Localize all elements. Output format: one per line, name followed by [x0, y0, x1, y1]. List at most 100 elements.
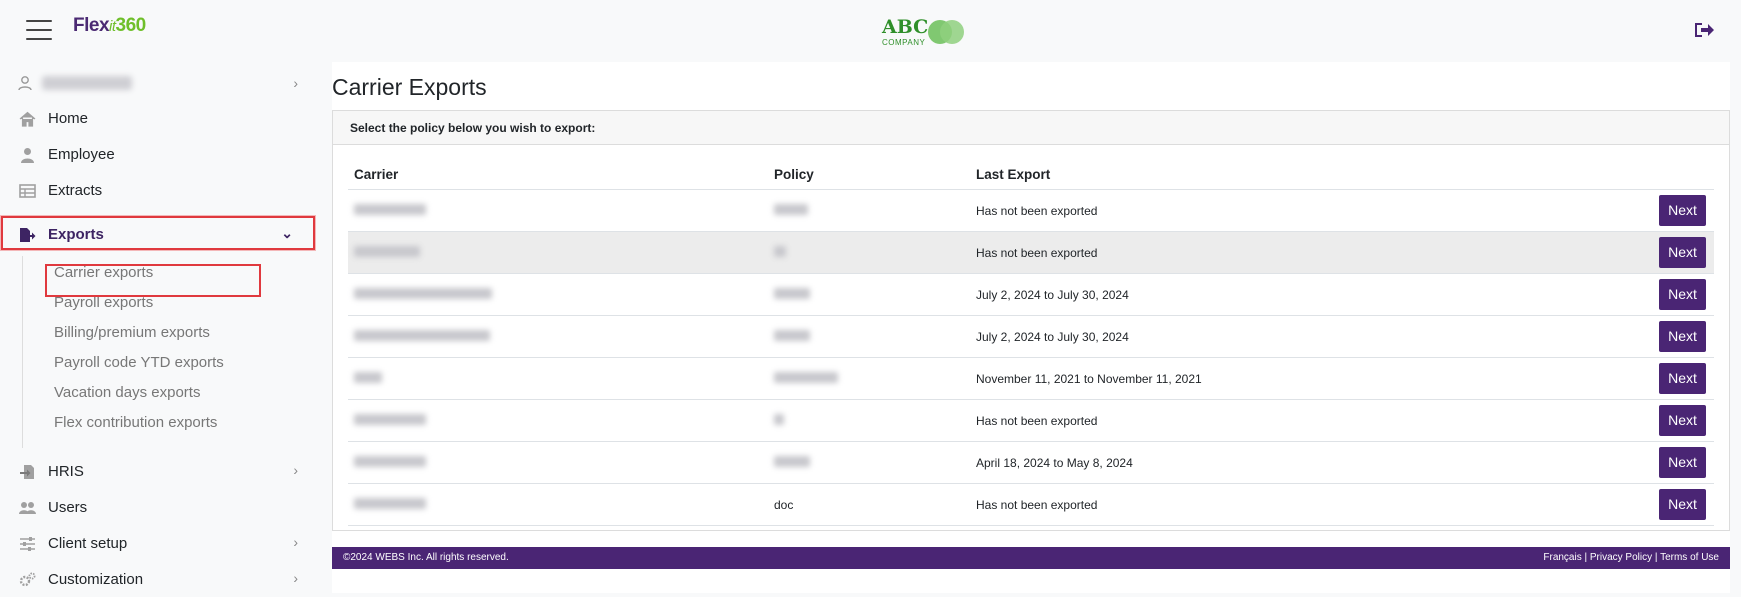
home-icon	[19, 111, 36, 127]
column-header-carrier: Carrier	[348, 161, 768, 190]
chevron-right-icon: ›	[293, 570, 298, 586]
footer-links[interactable]: Français | Privacy Policy | Terms of Use	[1543, 552, 1719, 563]
submenu-payroll-code-ytd-exports[interactable]: Payroll code YTD exports	[54, 354, 224, 371]
policy-cell: doc	[768, 483, 970, 526]
carrier-name-redacted	[354, 371, 382, 383]
user-name-redacted	[42, 76, 132, 90]
carrier-name-redacted	[354, 329, 490, 341]
carrier-cell	[348, 357, 768, 400]
sidebar-item-hris[interactable]: HRIS ›	[0, 455, 318, 489]
policy-value: doc	[774, 497, 794, 512]
sliders-icon	[20, 537, 35, 551]
gears-icon	[19, 572, 36, 587]
table-row: July 2, 2024 to July 30, 2024 Next	[348, 315, 1714, 358]
submenu-flex-contribution-exports[interactable]: Flex contribution exports	[54, 414, 217, 431]
next-button[interactable]: Next	[1659, 405, 1706, 436]
carrier-cell	[348, 483, 768, 526]
policy-number-redacted	[774, 413, 784, 425]
file-export-icon	[20, 228, 36, 242]
table-icon	[19, 184, 36, 198]
next-button[interactable]: Next	[1659, 321, 1706, 352]
next-button[interactable]: Next	[1659, 279, 1706, 310]
column-header-last-export: Last Export	[970, 161, 1563, 190]
chevron-down-icon: ⌄	[281, 225, 293, 241]
policy-card: Select the policy below you wish to expo…	[332, 110, 1730, 531]
carrier-name-redacted	[354, 413, 426, 425]
last-export-cell: July 2, 2024 to July 30, 2024	[970, 273, 1563, 316]
policy-number-redacted	[774, 203, 808, 215]
last-export-cell: Has not been exported	[970, 483, 1563, 526]
last-export-cell: July 2, 2024 to July 30, 2024	[970, 315, 1563, 358]
policy-cell	[768, 399, 970, 442]
carrier-name-redacted	[354, 455, 426, 467]
last-export-cell: Has not been exported	[970, 399, 1563, 442]
table-row: July 2, 2024 to July 30, 2024 Next	[348, 273, 1714, 316]
carrier-cell	[348, 399, 768, 442]
sidebar: › Home Employee Extracts Exports ⌄ Carri…	[0, 62, 318, 593]
last-export-cell: Has not been exported	[970, 189, 1563, 232]
sidebar-item-client-setup[interactable]: Client setup ›	[0, 527, 318, 561]
company-logo: ABC COMPANY	[880, 16, 970, 50]
chevron-right-icon: ›	[293, 534, 298, 550]
policy-cell	[768, 441, 970, 484]
policy-cell	[768, 231, 970, 274]
sidebar-item-extracts[interactable]: Extracts	[0, 174, 318, 208]
policy-cell	[768, 315, 970, 358]
policy-number-redacted	[774, 455, 810, 467]
table-row: April 18, 2024 to May 8, 2024 Next	[348, 441, 1714, 484]
chevron-right-icon: ›	[293, 75, 298, 91]
table-row: Has not been exported Next	[348, 231, 1714, 274]
person-icon	[21, 148, 34, 163]
carrier-exports-highlight	[45, 264, 261, 297]
carrier-cell	[348, 441, 768, 484]
next-button[interactable]: Next	[1659, 363, 1706, 394]
sidebar-item-home[interactable]: Home	[0, 102, 318, 136]
submenu-billing-premium-exports[interactable]: Billing/premium exports	[54, 324, 210, 341]
chevron-right-icon: ›	[293, 462, 298, 478]
top-bar: Flexit360 ABC COMPANY	[0, 0, 1741, 60]
policy-number-redacted	[774, 287, 810, 299]
carrier-name-redacted	[354, 203, 426, 215]
next-button[interactable]: Next	[1659, 447, 1706, 478]
carrier-cell	[348, 189, 768, 232]
footer: ©2024 WEBS Inc. All rights reserved. Fra…	[332, 547, 1730, 569]
table-row: doc Has not been exported Next	[348, 483, 1714, 526]
last-export-cell: November 11, 2021 to November 11, 2021	[970, 357, 1563, 400]
user-profile-item[interactable]: ›	[0, 68, 318, 100]
next-button[interactable]: Next	[1659, 195, 1706, 226]
policy-number-redacted	[774, 371, 838, 383]
sidebar-item-employee[interactable]: Employee	[0, 138, 318, 172]
table-row: Has not been exported Next	[348, 189, 1714, 232]
policy-number-redacted	[774, 329, 810, 341]
carrier-name-redacted	[354, 245, 420, 257]
policy-cell	[768, 357, 970, 400]
user-icon	[18, 76, 32, 91]
carrier-cell	[348, 273, 768, 316]
policy-cell	[768, 189, 970, 232]
column-header-policy: Policy	[768, 161, 970, 190]
hamburger-menu-icon[interactable]	[26, 20, 52, 42]
logout-icon[interactable]	[1693, 20, 1715, 40]
app-logo[interactable]: Flexit360	[73, 15, 146, 37]
policy-number-redacted	[774, 245, 786, 257]
main-content: Carrier Exports Select the policy below …	[332, 62, 1730, 593]
table-header-row: Carrier Policy Last Export	[348, 161, 1714, 190]
sidebar-item-users[interactable]: Users	[0, 491, 318, 525]
policy-cell	[768, 273, 970, 316]
table-row: Has not been exported Next	[348, 399, 1714, 442]
users-icon	[19, 502, 36, 514]
submenu-vacation-days-exports[interactable]: Vacation days exports	[54, 384, 200, 401]
carrier-cell	[348, 315, 768, 358]
next-button[interactable]: Next	[1659, 237, 1706, 268]
carrier-name-redacted	[354, 497, 426, 509]
card-header: Select the policy below you wish to expo…	[333, 111, 1729, 145]
sidebar-item-exports[interactable]: Exports ⌄	[1, 216, 315, 250]
carrier-cell	[348, 231, 768, 274]
carrier-name-redacted	[354, 287, 492, 299]
file-import-icon	[20, 465, 34, 479]
last-export-cell: April 18, 2024 to May 8, 2024	[970, 441, 1563, 484]
page-title: Carrier Exports	[332, 74, 487, 100]
policy-table: Carrier Policy Last Export Has not been …	[348, 161, 1714, 526]
sidebar-item-customization[interactable]: Customization ›	[0, 563, 318, 597]
next-button[interactable]: Next	[1659, 489, 1706, 520]
